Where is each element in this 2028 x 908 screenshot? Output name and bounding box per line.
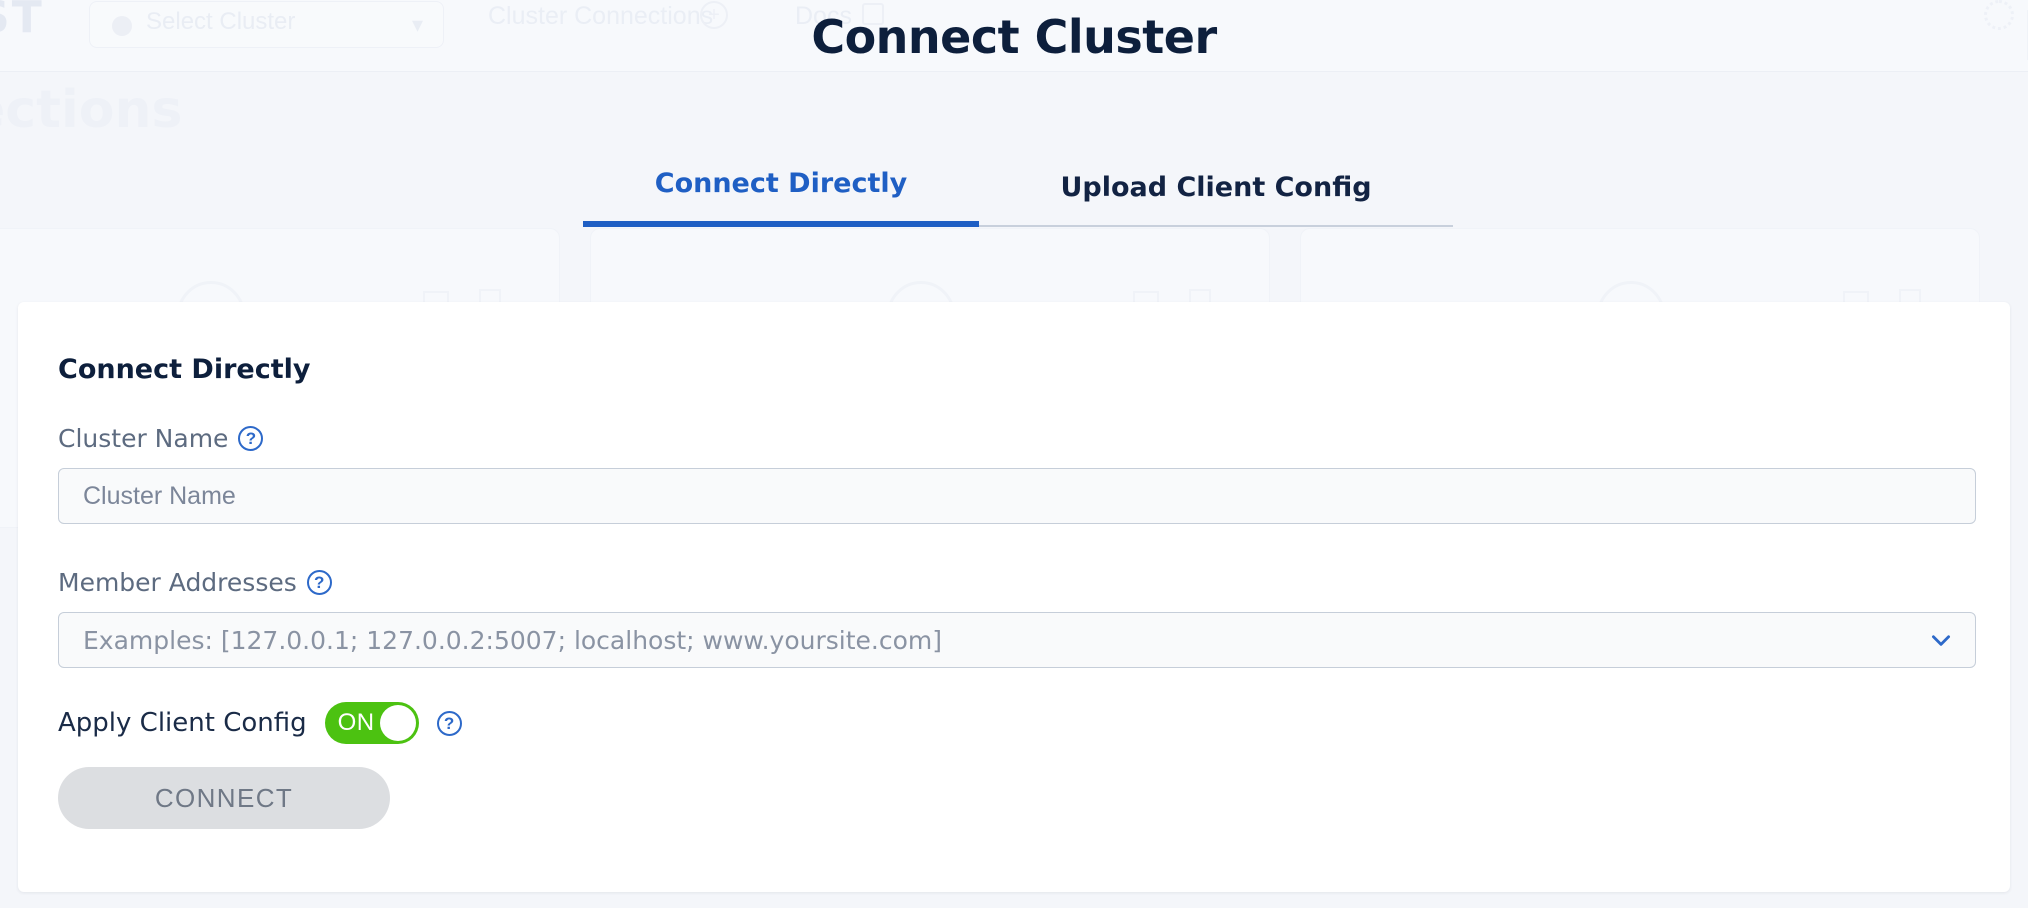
apply-client-config-row: Apply Client Config ON ? (58, 702, 462, 744)
help-circle-icon[interactable]: ? (238, 426, 264, 451)
cluster-name-label: Cluster Name ? (58, 424, 264, 453)
panel-heading: Connect Directly (58, 354, 311, 385)
help-circle-icon[interactable]: ? (436, 710, 462, 736)
cluster-name-input[interactable] (58, 468, 1976, 524)
tab-bar: Connect Directly Upload Client Config (583, 168, 1453, 227)
toggle-state-text: ON (337, 709, 375, 736)
member-addresses-select[interactable]: Examples: [127.0.0.1; 127.0.0.2:5007; lo… (58, 612, 1976, 668)
chevron-down-icon[interactable] (1928, 627, 1954, 653)
connect-directly-panel: Connect Directly Cluster Name ? Member A… (18, 302, 2010, 892)
apply-client-config-label: Apply Client Config (58, 708, 307, 738)
modal-title: Connect Cluster (811, 10, 1217, 64)
tab-connect-directly[interactable]: Connect Directly (583, 168, 979, 227)
member-addresses-placeholder: Examples: [127.0.0.1; 127.0.0.2:5007; lo… (83, 625, 942, 655)
member-addresses-label-text: Member Addresses (58, 568, 297, 597)
tab-upload-client-config[interactable]: Upload Client Config (979, 172, 1453, 227)
member-addresses-field: Examples: [127.0.0.1; 127.0.0.2:5007; lo… (58, 612, 1976, 668)
toggle-knob (379, 705, 416, 741)
member-addresses-label: Member Addresses ? (58, 568, 332, 597)
connect-button[interactable]: CONNECT (58, 767, 390, 829)
cluster-name-label-text: Cluster Name (58, 424, 229, 453)
connect-cluster-modal: Connect Cluster Connect Directly Upload … (0, 0, 2028, 908)
apply-client-config-toggle[interactable]: ON (324, 702, 419, 744)
help-circle-icon[interactable]: ? (306, 570, 332, 595)
